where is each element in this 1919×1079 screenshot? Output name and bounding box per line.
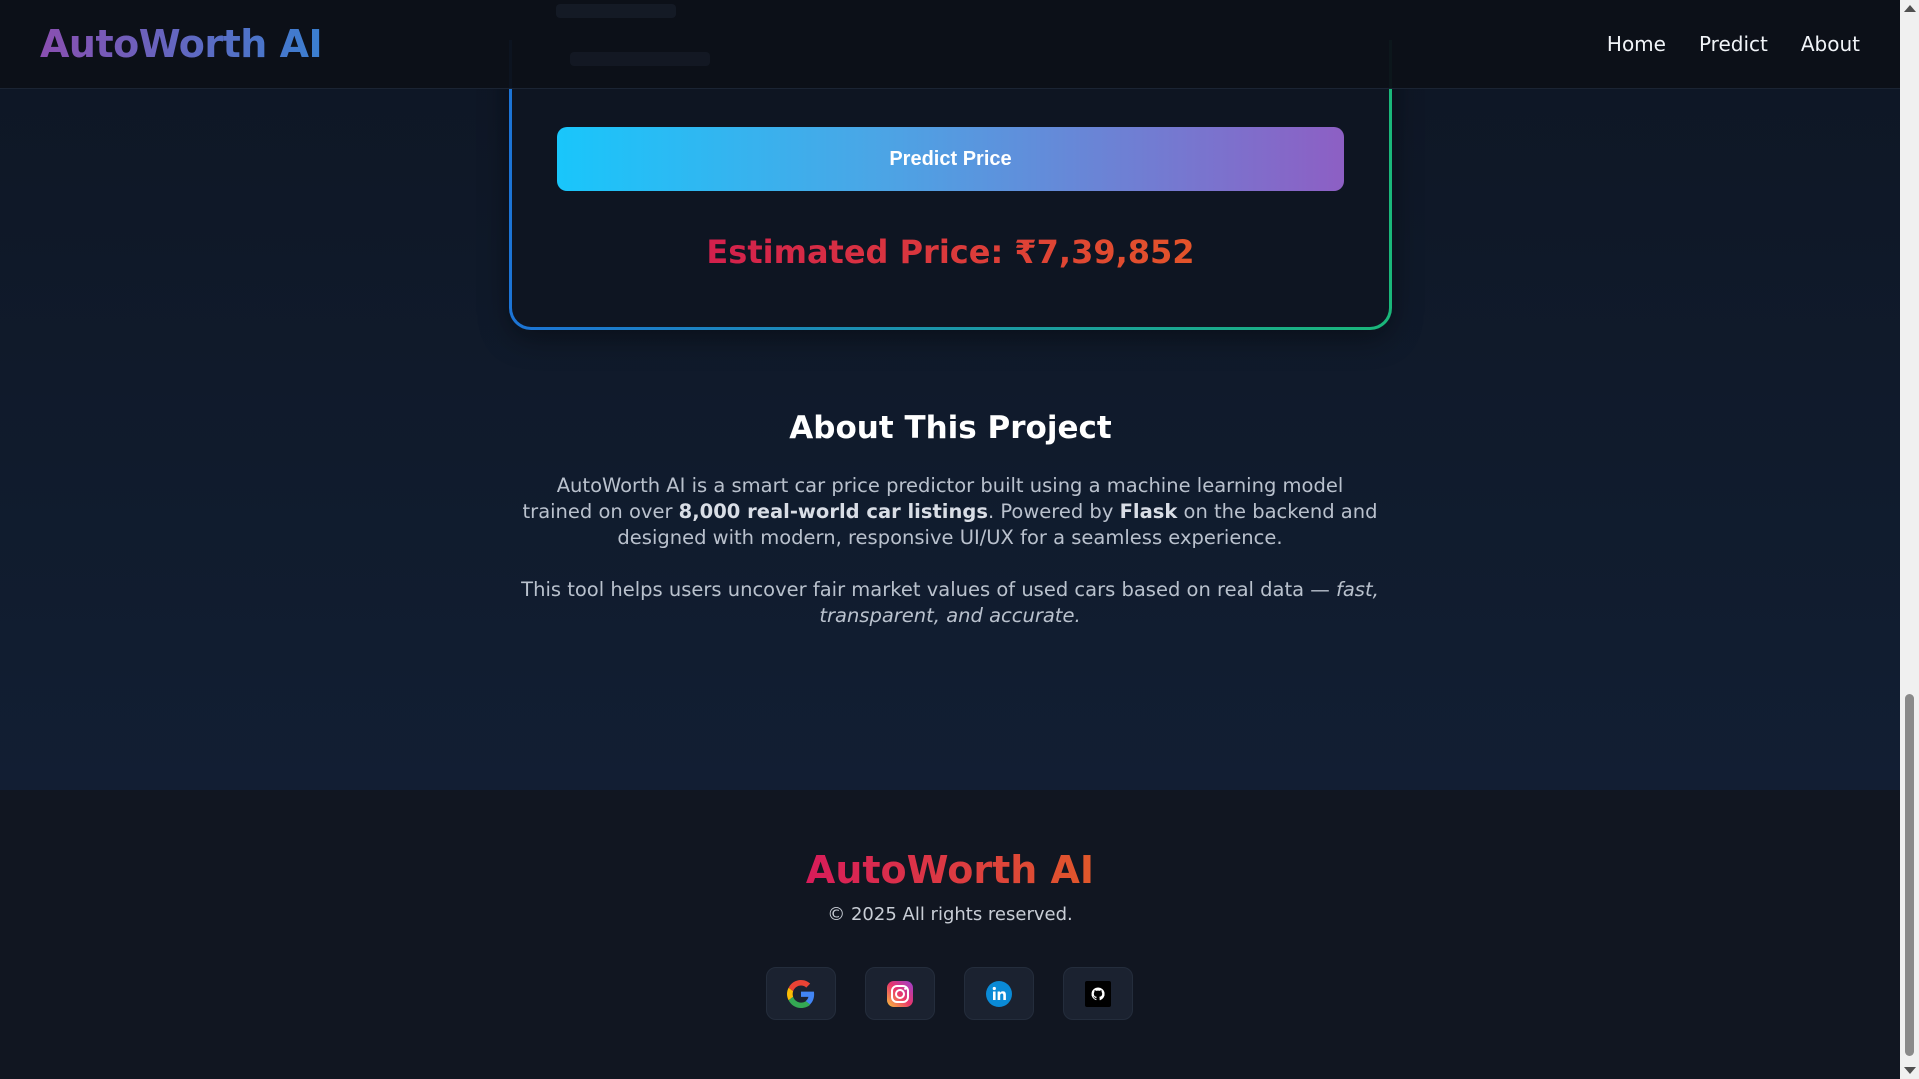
google-icon (787, 979, 815, 1008)
about-paragraph-1: AutoWorth AI is a smart car price predic… (520, 473, 1380, 551)
footer (0, 790, 1900, 1079)
scroll-down-arrow-icon[interactable] (1904, 1067, 1916, 1074)
instagram-icon (887, 980, 913, 1007)
nav-home[interactable]: Home (1607, 32, 1666, 56)
copyright: © 2025 All rights reserved. (827, 904, 1073, 925)
main-nav: Home Predict About (1607, 32, 1860, 56)
instagram-link[interactable] (865, 967, 935, 1020)
google-link[interactable] (766, 967, 836, 1020)
nav-predict[interactable]: Predict (1699, 32, 1768, 56)
page: AutoWorth AI Home Predict About Predict … (0, 0, 1900, 1079)
linkedin-link[interactable] (964, 967, 1034, 1020)
brand-logo[interactable]: AutoWorth AI (40, 22, 323, 66)
predict-price-button[interactable]: Predict Price (557, 127, 1344, 191)
vertical-scrollbar[interactable] (1900, 0, 1919, 1079)
scroll-thumb[interactable] (1905, 694, 1914, 1056)
footer-logo: AutoWorth AI (0, 848, 1900, 892)
nav-about[interactable]: About (1801, 32, 1860, 56)
about-text: This tool helps users uncover fair marke… (521, 578, 1336, 601)
github-link[interactable] (1063, 967, 1133, 1020)
social-links (766, 967, 1133, 1020)
hidden-form-field (556, 4, 676, 18)
about-text: . Powered by (987, 500, 1120, 523)
top-navbar: AutoWorth AI Home Predict About (0, 0, 1900, 89)
estimated-price: Estimated Price: ₹7,39,852 (509, 233, 1392, 271)
about-highlight: 8,000 real-world car listings (678, 500, 988, 523)
github-icon (1085, 980, 1111, 1007)
linkedin-icon (986, 980, 1012, 1007)
about-paragraph-2: This tool helps users uncover fair marke… (520, 577, 1380, 629)
about-highlight: Flask (1119, 500, 1178, 523)
about-title: About This Project (789, 410, 1112, 446)
estimated-price-text: Estimated Price: ₹7,39,852 (706, 233, 1195, 271)
hidden-form-field (570, 52, 710, 66)
scroll-up-arrow-icon[interactable] (1904, 5, 1916, 12)
footer-logo-text: AutoWorth AI (805, 848, 1095, 892)
